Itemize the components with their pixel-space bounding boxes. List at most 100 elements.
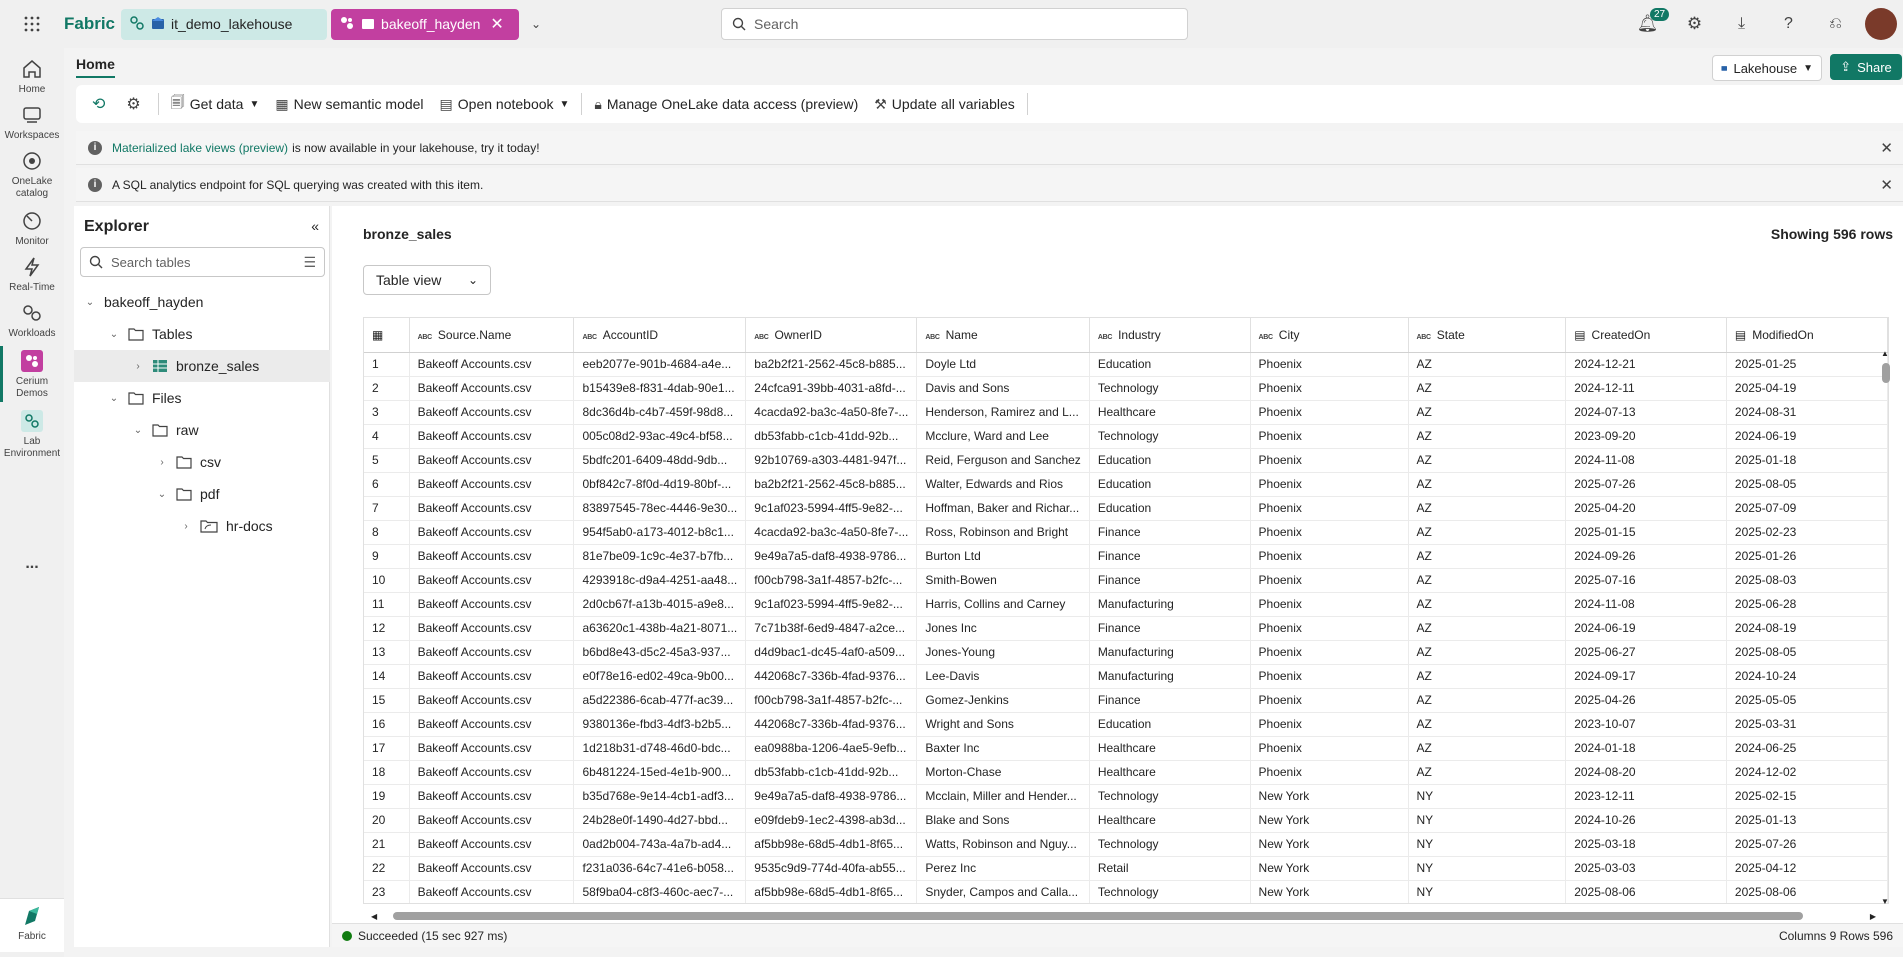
table-cell[interactable]: Blake and Sons [916, 808, 1090, 833]
scroll-right-icon[interactable]: ▶ [1870, 912, 1876, 921]
table-cell[interactable]: 2024-12-02 [1726, 760, 1888, 785]
row-number-cell[interactable]: 11 [364, 592, 410, 617]
table-cell[interactable]: Finance [1089, 544, 1251, 569]
table-cell[interactable]: 1d218b31-d748-46d0-bdc... [573, 736, 747, 761]
update-all-variables-button[interactable]: ⚒ Update all variables [866, 85, 1023, 123]
table-cell[interactable]: AZ [1408, 472, 1567, 497]
row-number-cell[interactable]: 4 [364, 424, 410, 449]
select-all-cell[interactable]: ▦ [364, 318, 410, 353]
table-cell[interactable]: 2025-01-18 [1726, 448, 1888, 473]
table-cell[interactable]: Hoffman, Baker and Richar... [916, 496, 1090, 521]
table-row[interactable]: 4 Bakeoff Accounts.csv 005c08d2-93ac-49c4-… [364, 424, 1888, 449]
table-cell[interactable]: 2023-12-11 [1565, 784, 1727, 809]
table-cell[interactable]: e09fdeb9-1ec2-4398-ab3d... [745, 808, 918, 833]
table-cell[interactable]: 2024-08-31 [1726, 400, 1888, 425]
table-cell[interactable]: af5bb98e-68d5-4db1-8f65... [745, 880, 918, 903]
table-cell[interactable]: Burton Ltd [916, 544, 1090, 569]
table-cell[interactable]: AZ [1408, 544, 1567, 569]
close-tab-icon[interactable]: ✕ [490, 14, 503, 34]
view-mode-dropdown[interactable]: Table view ⌄ [363, 265, 491, 295]
tree-item-tables[interactable]: ⌄ Tables [74, 318, 330, 350]
table-cell[interactable]: Bakeoff Accounts.csv [409, 472, 575, 497]
table-cell[interactable]: 9e49a7a5-daf8-4938-9786... [745, 544, 918, 569]
table-cell[interactable]: Bakeoff Accounts.csv [409, 736, 575, 761]
table-cell[interactable]: 2d0cb67f-a13b-4015-a9e8... [573, 592, 747, 617]
column-header[interactable]: ABC OwnerID [745, 318, 918, 353]
row-number-cell[interactable]: 10 [364, 568, 410, 593]
table-cell[interactable]: 2025-01-25 [1726, 352, 1888, 377]
collapse-pane-icon[interactable]: « [311, 218, 319, 234]
lakehouse-mode-select[interactable]: Lakehouse ▼ [1712, 55, 1822, 81]
table-cell[interactable]: 2024-08-19 [1726, 616, 1888, 641]
table-cell[interactable]: Finance [1089, 568, 1251, 593]
table-row[interactable]: 12 Bakeoff Accounts.csv a63620c1-438b-4a21… [364, 616, 1888, 641]
scroll-thumb[interactable] [393, 912, 1804, 920]
table-cell[interactable]: AZ [1408, 760, 1567, 785]
table-cell[interactable]: AZ [1408, 712, 1567, 737]
help-button[interactable]: ? [1765, 0, 1812, 48]
row-number-cell[interactable]: 21 [364, 832, 410, 857]
table-cell[interactable]: Technology [1089, 880, 1251, 903]
table-cell[interactable]: AZ [1408, 400, 1567, 425]
filter-icon[interactable]: ☰ [303, 254, 316, 271]
table-cell[interactable]: 2024-12-11 [1565, 376, 1727, 401]
table-cell[interactable]: 2025-08-03 [1726, 568, 1888, 593]
row-number-cell[interactable]: 5 [364, 448, 410, 473]
nav-item-monitor[interactable]: Monitor [0, 210, 64, 248]
row-number-cell[interactable]: 23 [364, 880, 410, 903]
table-cell[interactable]: db53fabb-c1cb-41dd-92b... [745, 760, 918, 785]
table-cell[interactable]: 2025-02-23 [1726, 520, 1888, 545]
table-cell[interactable]: New York [1250, 856, 1409, 881]
table-cell[interactable]: NY [1408, 856, 1567, 881]
close-icon[interactable]: ✕ [1880, 176, 1893, 194]
table-cell[interactable]: Phoenix [1250, 400, 1409, 425]
table-cell[interactable]: 6b481224-15ed-4e1b-900... [573, 760, 747, 785]
table-cell[interactable]: Phoenix [1250, 376, 1409, 401]
table-cell[interactable]: 0bf842c7-8f0d-4d19-80bf-... [573, 472, 747, 497]
table-cell[interactable]: 2025-07-26 [1726, 832, 1888, 857]
table-cell[interactable]: Phoenix [1250, 448, 1409, 473]
table-cell[interactable]: AZ [1408, 376, 1567, 401]
table-cell[interactable]: Healthcare [1089, 760, 1251, 785]
table-row[interactable]: 11 Bakeoff Accounts.csv 2d0cb67f-a13b-4015… [364, 592, 1888, 617]
table-cell[interactable]: Wright and Sons [916, 712, 1090, 737]
nav-item-workspaces[interactable]: Workspaces [0, 104, 64, 142]
table-cell[interactable]: 2025-07-26 [1565, 472, 1727, 497]
table-cell[interactable]: 2025-06-28 [1726, 592, 1888, 617]
table-cell[interactable]: AZ [1408, 520, 1567, 545]
table-row[interactable]: 2 Bakeoff Accounts.csv b15439e8-f831-4dab-… [364, 376, 1888, 401]
column-header[interactable]: ABC Name [916, 318, 1090, 353]
brand-name[interactable]: Fabric [64, 14, 115, 34]
table-cell[interactable]: New York [1250, 880, 1409, 903]
table-cell[interactable]: 83897545-78ec-4446-9e30... [573, 496, 747, 521]
tree-item-bronze-sales[interactable]: › bronze_sales [74, 350, 330, 382]
table-row[interactable]: 3 Bakeoff Accounts.csv 8dc36d4b-c4b7-459f-… [364, 400, 1888, 425]
table-cell[interactable]: Manufacturing [1089, 640, 1251, 665]
table-cell[interactable]: Bakeoff Accounts.csv [409, 376, 575, 401]
table-cell[interactable]: 2025-01-13 [1726, 808, 1888, 833]
table-cell[interactable]: AZ [1408, 616, 1567, 641]
column-header[interactable]: ABC AccountID [573, 318, 747, 353]
materialized-views-link[interactable]: Materialized lake views (preview) [112, 141, 288, 155]
table-cell[interactable]: b35d768e-9e14-4cb1-adf3... [573, 784, 747, 809]
table-cell[interactable]: eeb2077e-901b-4684-a4e... [573, 352, 747, 377]
table-cell[interactable]: NY [1408, 880, 1567, 903]
table-cell[interactable]: Phoenix [1250, 640, 1409, 665]
settings-button[interactable]: ⚙ [1671, 0, 1718, 48]
table-cell[interactable]: 2025-04-12 [1726, 856, 1888, 881]
table-cell[interactable]: 2025-03-31 [1726, 712, 1888, 737]
table-cell[interactable]: Education [1089, 448, 1251, 473]
nav-item-lab-environment[interactable]: Lab Environment [0, 410, 64, 460]
table-cell[interactable]: Phoenix [1250, 424, 1409, 449]
manage-onelake-access-button[interactable]: 🔒︎ Manage OneLake data access (preview) [586, 85, 866, 123]
table-cell[interactable]: 5bdfc201-6409-48dd-9db... [573, 448, 747, 473]
table-cell[interactable]: Smith-Bowen [916, 568, 1090, 593]
table-cell[interactable]: AZ [1408, 688, 1567, 713]
row-number-cell[interactable]: 17 [364, 736, 410, 761]
table-cell[interactable]: 2024-10-24 [1726, 664, 1888, 689]
table-cell[interactable]: Phoenix [1250, 592, 1409, 617]
table-cell[interactable]: Bakeoff Accounts.csv [409, 808, 575, 833]
table-cell[interactable]: Reid, Ferguson and Sanchez [916, 448, 1090, 473]
scroll-thumb[interactable] [1882, 363, 1890, 383]
table-cell[interactable]: f00cb798-3a1f-4857-b2fc-... [745, 568, 918, 593]
